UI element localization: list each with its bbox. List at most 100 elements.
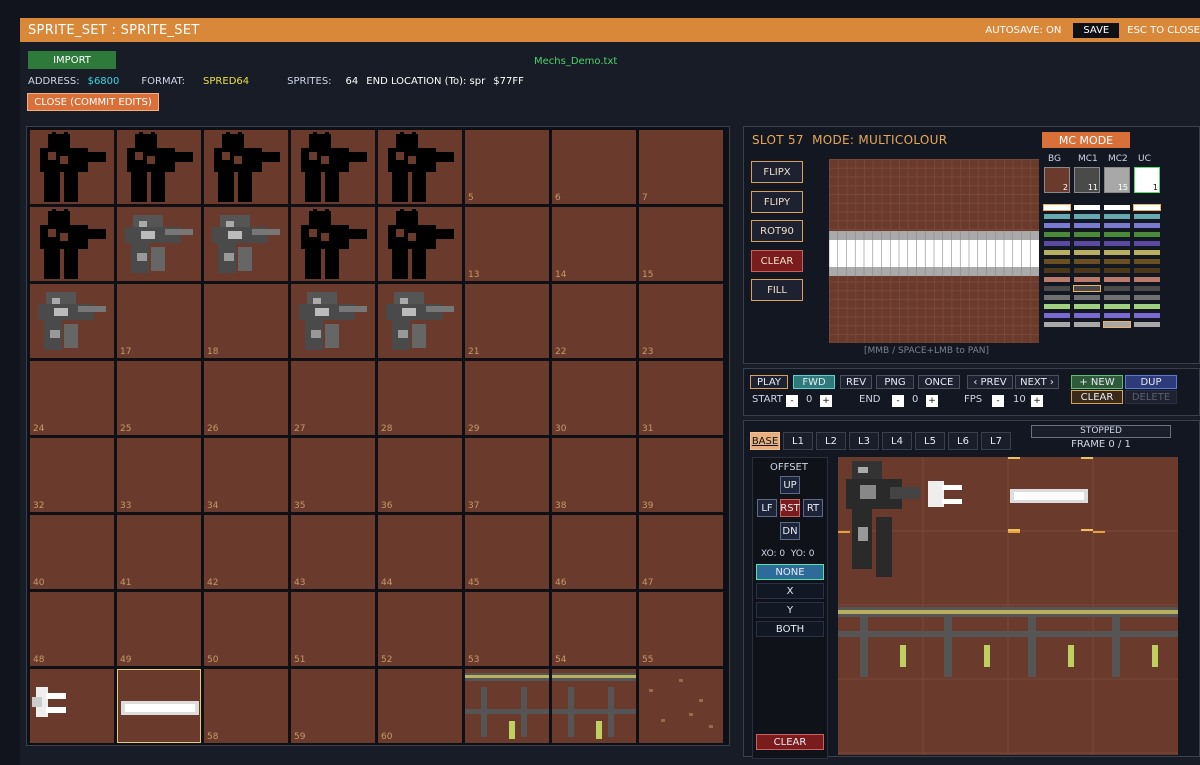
sprite-slot-16[interactable] <box>30 284 114 358</box>
palette-colour[interactable] <box>1044 241 1070 246</box>
palette-colour[interactable] <box>1104 277 1130 282</box>
palette-colour[interactable] <box>1044 268 1070 273</box>
composite-preview-stage[interactable] <box>838 457 1178 755</box>
palette-colour[interactable] <box>1104 232 1130 237</box>
palette-colour[interactable] <box>1104 286 1130 291</box>
swatch-bg[interactable]: 2 <box>1044 167 1070 193</box>
sprite-slot-28[interactable]: 28 <box>378 361 462 435</box>
swatch-mc1[interactable]: 11 <box>1074 167 1100 193</box>
prev-frame-button[interactable]: ‹ PREV <box>967 375 1013 389</box>
palette-colour[interactable] <box>1044 295 1070 300</box>
swatch-mc2[interactable]: 15 <box>1104 167 1130 193</box>
offset-left-button[interactable]: LF <box>757 499 777 517</box>
swatch-uc[interactable]: 1 <box>1134 167 1160 193</box>
palette-colour[interactable] <box>1074 295 1100 300</box>
clear-offset-button[interactable]: CLEAR <box>756 734 824 750</box>
sprite-slot-4[interactable] <box>378 130 462 204</box>
rev-button[interactable]: REV <box>840 375 872 389</box>
sprite-slot-25[interactable]: 25 <box>117 361 201 435</box>
layer-tab-l1[interactable]: L1 <box>783 432 813 450</box>
offset-reset-button[interactable]: RST <box>780 499 800 517</box>
save-button[interactable]: SAVE <box>1073 22 1120 38</box>
palette-colour[interactable] <box>1044 232 1070 237</box>
sprite-slot-57[interactable] <box>117 669 201 743</box>
mirror-x-option[interactable]: X <box>756 583 824 599</box>
sprite-slot-26[interactable]: 26 <box>204 361 288 435</box>
sprite-slot-0[interactable] <box>30 130 114 204</box>
palette-colour[interactable] <box>1073 285 1101 292</box>
layer-tab-l7[interactable]: L7 <box>981 432 1011 450</box>
close-commit-button[interactable]: CLOSE (COMMIT EDITS) <box>27 93 159 111</box>
sprite-slot-31[interactable]: 31 <box>639 361 723 435</box>
palette-colour[interactable] <box>1134 304 1160 309</box>
palette-colour[interactable] <box>1074 322 1100 327</box>
sprite-slot-44[interactable]: 44 <box>378 515 462 589</box>
fps-plus-button[interactable]: + <box>1031 395 1043 407</box>
layer-tab-l2[interactable]: L2 <box>816 432 846 450</box>
sprite-slot-14[interactable]: 14 <box>552 207 636 281</box>
sprite-slot-7[interactable]: 7 <box>639 130 723 204</box>
sprite-slot-36[interactable]: 36 <box>378 438 462 512</box>
fps-minus-button[interactable]: - <box>992 395 1004 407</box>
sprite-slot-34[interactable]: 34 <box>204 438 288 512</box>
start-minus-button[interactable]: - <box>786 395 798 407</box>
address-value[interactable]: $6800 <box>88 76 120 87</box>
palette-colour[interactable] <box>1134 259 1160 264</box>
import-button[interactable]: IMPORT <box>28 51 116 69</box>
mc-mode-button[interactable]: MC MODE <box>1042 132 1130 148</box>
palette-colour[interactable] <box>1074 304 1100 309</box>
sprite-slot-55[interactable]: 55 <box>639 592 723 666</box>
palette-colour[interactable] <box>1074 250 1100 255</box>
palette-colour[interactable] <box>1044 322 1070 327</box>
palette-colour[interactable] <box>1104 223 1130 228</box>
palette-colour[interactable] <box>1044 250 1070 255</box>
palette-colour[interactable] <box>1133 204 1161 211</box>
sprite-slot-13[interactable]: 13 <box>465 207 549 281</box>
sprite-slot-46[interactable]: 46 <box>552 515 636 589</box>
palette-colour[interactable] <box>1074 241 1100 246</box>
end-minus-button[interactable]: - <box>892 395 904 407</box>
layer-tab-base[interactable]: BASE <box>750 432 780 450</box>
palette-colour[interactable] <box>1104 214 1130 219</box>
new-frame-button[interactable]: + NEW <box>1071 375 1123 389</box>
layer-tab-l5[interactable]: L5 <box>915 432 945 450</box>
sprite-slot-6[interactable]: 6 <box>552 130 636 204</box>
pixel-canvas[interactable] <box>828 159 1039 343</box>
sprite-slot-5[interactable]: 5 <box>465 130 549 204</box>
palette-colour[interactable] <box>1074 313 1100 318</box>
sprite-slot-17[interactable]: 17 <box>117 284 201 358</box>
play-button[interactable]: PLAY <box>750 375 788 389</box>
flipx-button[interactable]: FLIPX <box>751 161 803 183</box>
flipy-button[interactable]: FLIPY <box>751 191 803 213</box>
palette-colour[interactable] <box>1104 268 1130 273</box>
sprite-slot-45[interactable]: 45 <box>465 515 549 589</box>
sprite-slot-21[interactable]: 21 <box>465 284 549 358</box>
palette-colour[interactable] <box>1134 268 1160 273</box>
dup-frame-button[interactable]: DUP <box>1125 375 1177 389</box>
sprite-slot-8[interactable] <box>30 207 114 281</box>
sprite-slot-30[interactable]: 30 <box>552 361 636 435</box>
sprite-slot-61[interactable] <box>465 669 549 743</box>
sprite-slot-15[interactable]: 15 <box>639 207 723 281</box>
offset-up-button[interactable]: UP <box>780 476 800 494</box>
palette-colour[interactable] <box>1044 214 1070 219</box>
palette-colour[interactable] <box>1074 268 1100 273</box>
sprite-slot-60[interactable]: 60 <box>378 669 462 743</box>
palette-colour[interactable] <box>1074 259 1100 264</box>
sprite-slot-3[interactable] <box>291 130 375 204</box>
delete-frame-button[interactable]: DELETE <box>1125 390 1177 404</box>
layer-tab-l3[interactable]: L3 <box>849 432 879 450</box>
end-plus-button[interactable]: + <box>926 395 938 407</box>
mirror-both-option[interactable]: BOTH <box>756 621 824 637</box>
sprite-slot-42[interactable]: 42 <box>204 515 288 589</box>
sprite-slot-52[interactable]: 52 <box>378 592 462 666</box>
palette-colour[interactable] <box>1044 259 1070 264</box>
sprite-slot-50[interactable]: 50 <box>204 592 288 666</box>
sprite-slot-54[interactable]: 54 <box>552 592 636 666</box>
sprite-slot-59[interactable]: 59 <box>291 669 375 743</box>
sprite-slot-40[interactable]: 40 <box>30 515 114 589</box>
fill-button[interactable]: FILL <box>751 279 803 301</box>
clear-frame-button[interactable]: CLEAR <box>1071 390 1123 404</box>
palette-colour[interactable] <box>1074 214 1100 219</box>
palette-colour[interactable] <box>1043 204 1071 211</box>
